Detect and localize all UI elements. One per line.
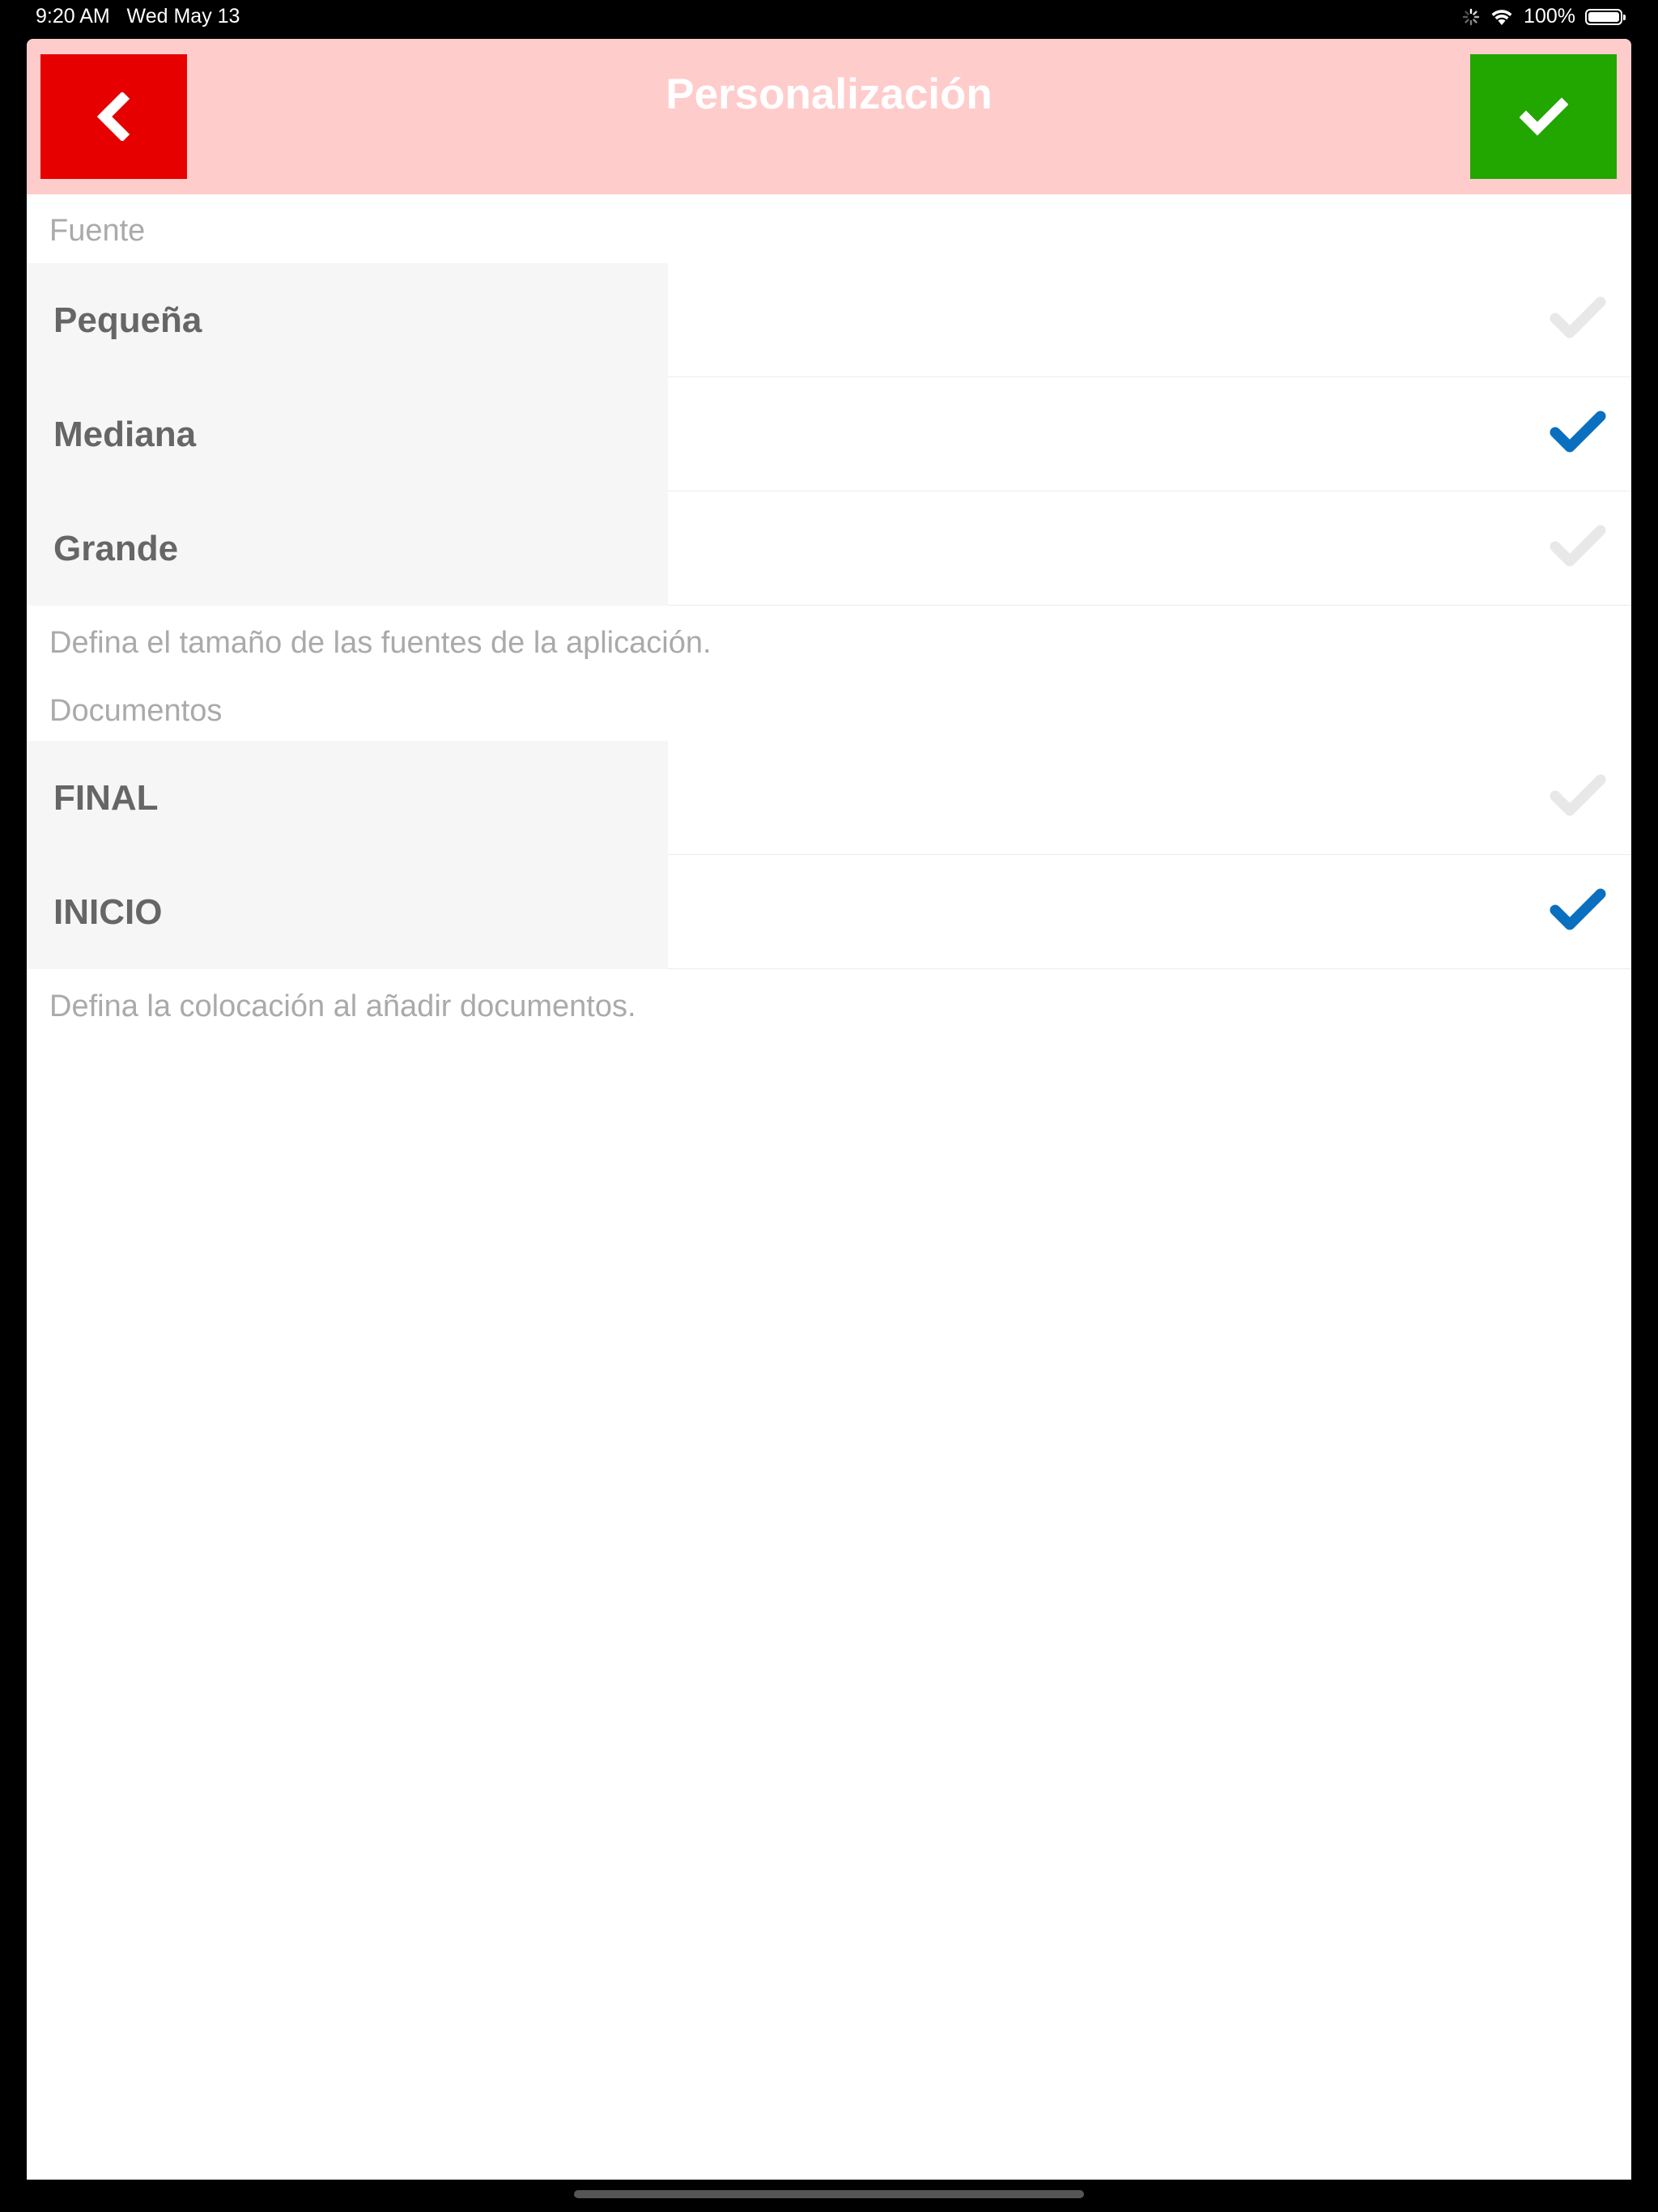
app-screen: Personalización Fuente Pequeña Mediana G… xyxy=(27,39,1631,2180)
checkmark-icon xyxy=(1550,774,1606,816)
documents-section-header: Documentos xyxy=(49,694,223,728)
option-label-cell: Pequeña xyxy=(27,263,668,377)
option-label-cell: Grande xyxy=(27,491,668,606)
checkmark-icon xyxy=(1550,525,1606,567)
option-label: FINAL xyxy=(53,778,159,818)
checkmark-icon xyxy=(1519,97,1568,136)
status-indicators: 100% xyxy=(1462,5,1626,28)
font-section-footer: Defina el tamaño de las fuentes de la ap… xyxy=(49,626,712,660)
option-label: Mediana xyxy=(53,415,197,454)
documents-section-footer: Defina la colocación al añadir documento… xyxy=(49,989,636,1023)
activity-spinner-icon xyxy=(1462,8,1480,25)
navigation-bar: Personalización xyxy=(27,39,1631,194)
home-indicator[interactable] xyxy=(574,2190,1084,2198)
option-label-cell: Mediana xyxy=(27,377,668,491)
back-button[interactable] xyxy=(40,54,187,179)
chevron-left-icon xyxy=(96,92,130,141)
page-title: Personalización xyxy=(665,70,993,118)
status-bar: 9:20 AM Wed May 13 100% xyxy=(0,0,1658,39)
font-option-small[interactable]: Pequeña xyxy=(27,263,1631,377)
checkmark-icon xyxy=(1550,410,1606,453)
option-label: Pequeña xyxy=(53,300,202,340)
option-label: INICIO xyxy=(53,892,163,932)
wifi-icon xyxy=(1491,9,1512,25)
option-label-cell: FINAL xyxy=(27,741,668,855)
font-option-medium[interactable]: Mediana xyxy=(27,377,1631,491)
option-label: Grande xyxy=(53,529,179,568)
confirm-button[interactable] xyxy=(1470,54,1617,179)
battery-icon xyxy=(1585,8,1626,25)
documents-option-final[interactable]: FINAL xyxy=(27,741,1631,855)
battery-percentage: 100% xyxy=(1524,5,1575,28)
documents-option-start[interactable]: INICIO xyxy=(27,855,1631,969)
status-time-date: 9:20 AM Wed May 13 xyxy=(36,5,240,28)
checkmark-icon xyxy=(1550,888,1606,930)
checkmark-icon xyxy=(1550,296,1606,338)
font-option-large[interactable]: Grande xyxy=(27,491,1631,606)
option-label-cell: INICIO xyxy=(27,855,668,969)
font-section-header: Fuente xyxy=(49,214,146,248)
